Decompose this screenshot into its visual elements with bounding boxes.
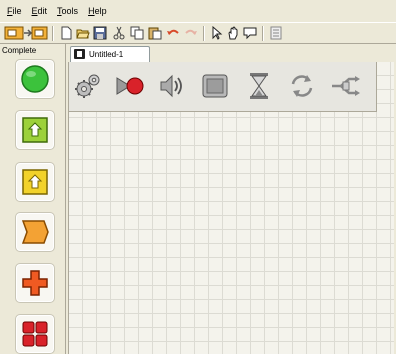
menu-tools-label: ools	[61, 6, 79, 16]
program-file-icon	[74, 49, 85, 59]
cut-icon[interactable]	[112, 26, 126, 40]
paste-icon[interactable]	[148, 26, 162, 40]
copy-icon[interactable]	[130, 26, 144, 40]
menu-edit-label: dit	[37, 6, 48, 16]
redo-icon[interactable]	[184, 26, 198, 40]
green-arrow-up-icon	[22, 117, 48, 143]
palette-common-button[interactable]	[15, 59, 55, 99]
tab-label: Untitled-1	[89, 50, 124, 59]
menu-help[interactable]: Help	[85, 0, 110, 22]
loop-arrows-icon[interactable]	[287, 71, 317, 101]
document-tabs: Untitled-1	[66, 44, 396, 62]
toolbar	[0, 22, 396, 44]
block-palette-sidebar: Complete	[0, 44, 66, 354]
hourglass-icon[interactable]	[244, 71, 274, 101]
new-icon[interactable]	[59, 26, 73, 40]
palette-flow-button[interactable]	[15, 212, 55, 252]
menu-tools[interactable]: Tools	[54, 0, 81, 22]
undo-icon[interactable]	[166, 26, 180, 40]
program-icon[interactable]	[4, 26, 48, 40]
comment-icon[interactable]	[243, 26, 257, 40]
orange-flag-icon	[21, 220, 49, 244]
red-grid-icon	[22, 321, 48, 347]
speaker-icon[interactable]	[157, 71, 187, 101]
tab-untitled-1[interactable]: Untitled-1	[70, 46, 150, 62]
palette-data-button[interactable]	[15, 263, 55, 303]
palette-advanced-button[interactable]	[15, 314, 55, 354]
menu-help-label: elp	[94, 6, 107, 16]
gears-icon[interactable]	[73, 71, 103, 101]
palette-label: Complete	[2, 46, 37, 55]
save-icon[interactable]	[93, 26, 107, 40]
open-icon[interactable]	[76, 26, 90, 40]
toolbar-separator	[203, 26, 205, 41]
palette-sensor-button[interactable]	[15, 162, 55, 202]
green-circle-icon	[21, 65, 49, 93]
yellow-arrow-up-icon	[22, 169, 48, 195]
block-toolbar	[68, 62, 377, 112]
toolbar-separator	[52, 26, 54, 41]
menu-file-label: ile	[12, 6, 22, 16]
hand-icon[interactable]	[226, 26, 240, 40]
config-icon[interactable]	[269, 26, 283, 40]
switch-icon[interactable]	[331, 71, 361, 101]
menu-file[interactable]: File	[4, 0, 25, 22]
toolbar-separator	[262, 26, 264, 41]
orange-cross-icon	[22, 270, 48, 296]
record-play-icon[interactable]	[115, 71, 145, 101]
palette-action-button[interactable]	[15, 110, 55, 150]
menu-edit[interactable]: Edit	[29, 0, 51, 22]
menu-bar: File Edit Tools Help	[0, 0, 396, 22]
pointer-icon[interactable]	[209, 26, 223, 40]
display-icon[interactable]	[200, 71, 230, 101]
